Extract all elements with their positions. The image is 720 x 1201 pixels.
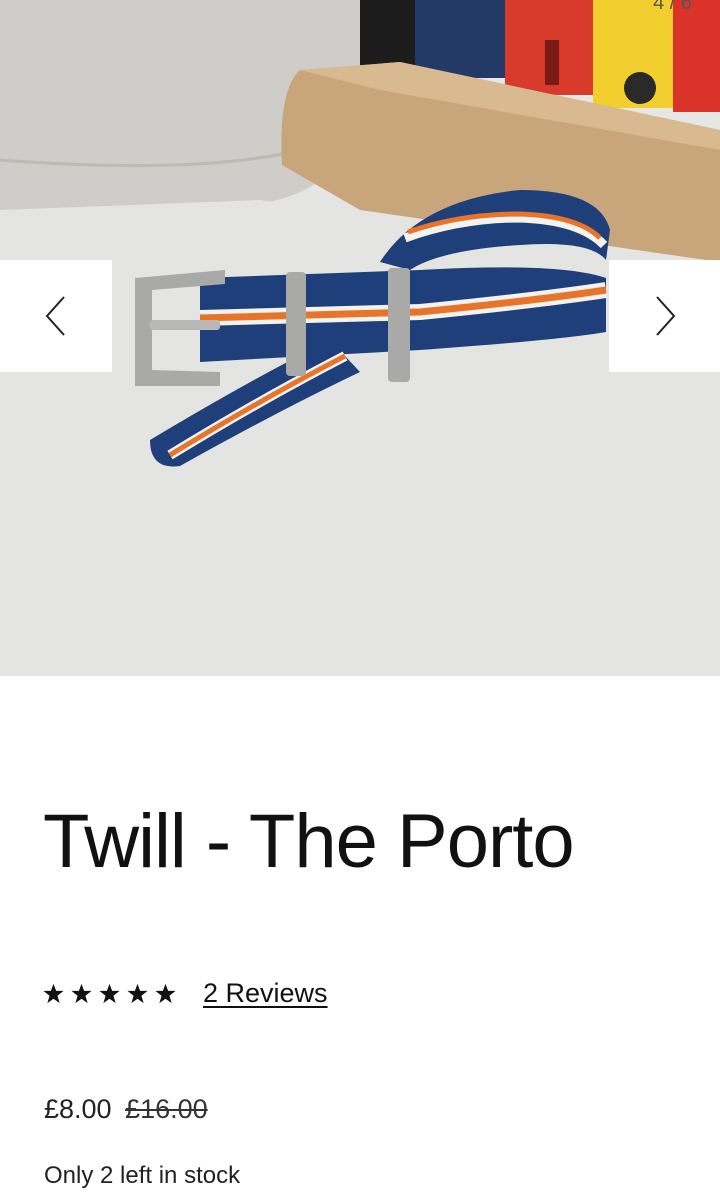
product-info: Twill - The Porto 2 Reviews £8.00 £16.00… <box>0 676 720 1201</box>
reviews-link[interactable]: 2 Reviews <box>203 978 328 1009</box>
gallery-prev-button[interactable] <box>0 260 112 372</box>
chevron-right-icon <box>655 296 675 336</box>
price-row: £8.00 £16.00 <box>44 1094 208 1125</box>
star-icon <box>99 983 120 1004</box>
star-icon <box>43 983 64 1004</box>
gallery-counter: 4 / 6 <box>653 0 692 14</box>
sale-price: £8.00 <box>44 1094 112 1124</box>
product-title: Twill - The Porto <box>43 799 575 884</box>
stock-status: Only 2 left in stock <box>44 1162 241 1189</box>
compare-at-price: £16.00 <box>125 1094 208 1124</box>
gallery-next-button[interactable] <box>609 260 720 372</box>
star-icon <box>71 983 92 1004</box>
chevron-left-icon <box>45 296 65 336</box>
product-image-gallery[interactable]: 4 / 6 <box>0 0 720 676</box>
rating-stars <box>43 983 176 1004</box>
star-icon <box>155 983 176 1004</box>
product-rating: 2 Reviews <box>43 978 328 1009</box>
star-icon <box>127 983 148 1004</box>
